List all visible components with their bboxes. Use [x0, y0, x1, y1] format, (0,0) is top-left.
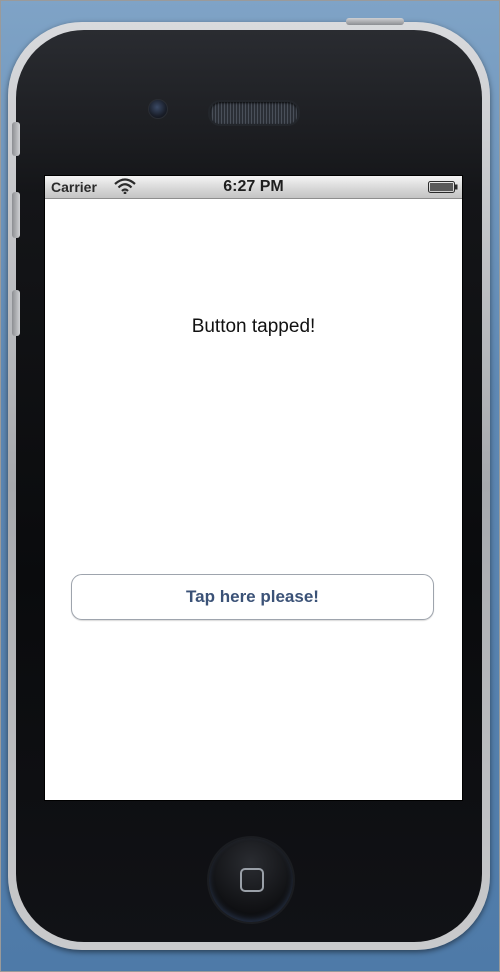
volume-up-button[interactable]: [12, 192, 20, 238]
sleep-wake-button[interactable]: [346, 18, 404, 25]
status-time: 6:27 PM: [223, 178, 284, 195]
volume-down-button[interactable]: [12, 290, 20, 336]
status-message: Button tapped!: [191, 316, 316, 337]
home-button[interactable]: [209, 838, 293, 922]
mute-switch[interactable]: [12, 122, 20, 156]
earpiece-speaker: [208, 100, 300, 126]
device-screen: Carrier 6:27 PM Button tapped! Tap here …: [44, 175, 463, 801]
home-square-icon: [240, 868, 264, 892]
battery-icon: [428, 181, 458, 193]
status-bar: Carrier 6:27 PM: [45, 176, 462, 199]
tap-here-button[interactable]: Tap here please!: [71, 574, 434, 620]
front-camera: [148, 99, 168, 119]
